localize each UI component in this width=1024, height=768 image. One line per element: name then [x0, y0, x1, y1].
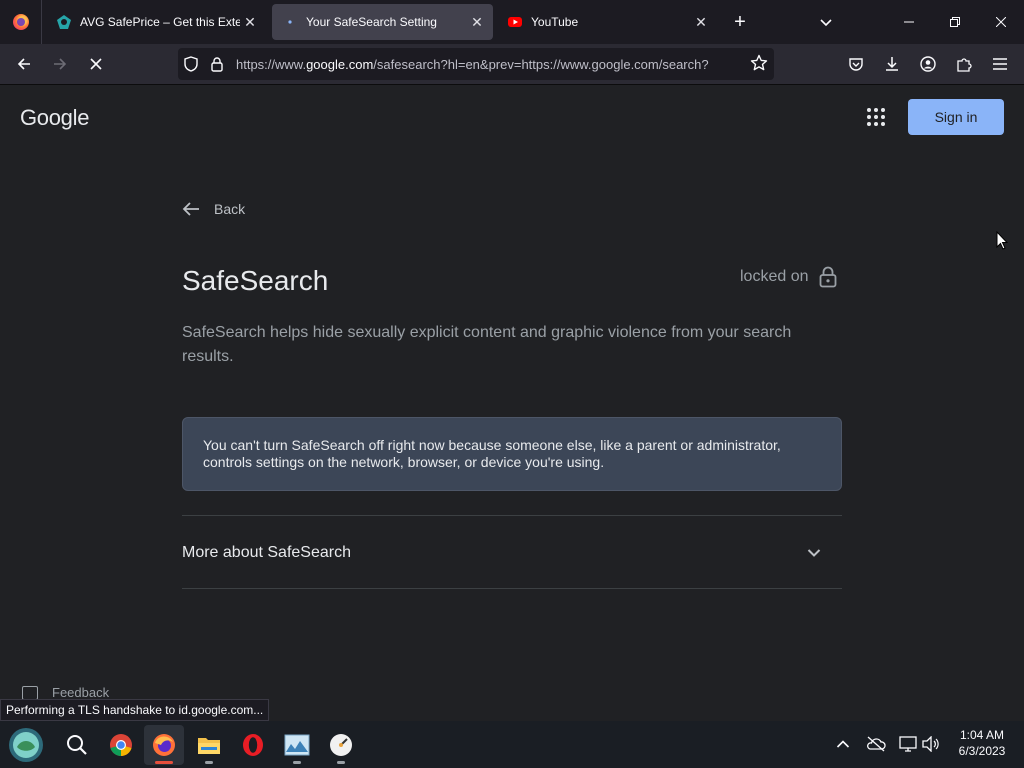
web-page: Google Sign in Back SafeSearch locked on… [0, 85, 1024, 720]
locked-label: locked on [740, 268, 809, 285]
chevron-down-icon [802, 541, 826, 565]
taskbar-clock[interactable]: 1:04 AM 6/3/2023 [950, 727, 1014, 759]
restore-icon[interactable] [932, 0, 978, 44]
back-link[interactable]: Back [182, 201, 245, 217]
bookmark-star-icon[interactable] [750, 54, 768, 77]
lock-icon[interactable] [204, 48, 230, 80]
firefox-view-button[interactable] [0, 0, 42, 44]
close-icon[interactable]: ✕ [691, 12, 711, 32]
photos-icon[interactable] [277, 725, 317, 765]
account-icon[interactable] [913, 50, 943, 78]
url-text[interactable]: https://www.google.com/safesearch?hl=en&… [236, 57, 736, 72]
windows-taskbar: 1:04 AM 6/3/2023 [0, 721, 1024, 768]
menu-hamburger-icon[interactable] [985, 50, 1015, 78]
pocket-icon[interactable] [841, 50, 871, 78]
minimize-icon[interactable] [886, 0, 932, 44]
volume-icon[interactable] [920, 733, 942, 755]
close-icon[interactable]: ✕ [240, 12, 260, 32]
new-tab-plus-icon[interactable]: + [728, 10, 752, 34]
tracking-protection-shield-icon[interactable] [178, 48, 204, 80]
page-title: SafeSearch [182, 265, 329, 296]
clock-date: 6/3/2023 [958, 744, 1006, 758]
back-arrow-icon[interactable] [9, 50, 39, 78]
divider [182, 588, 842, 589]
chrome-icon[interactable] [101, 725, 141, 765]
chevron-up-icon[interactable] [832, 733, 854, 755]
tab-title: AVG SafePrice – Get this Extensi [80, 15, 240, 29]
url-bar[interactable]: https://www.google.com/safesearch?hl=en&… [178, 48, 774, 80]
loading-dot-icon [282, 14, 298, 30]
arrow-left-icon [182, 202, 199, 216]
clock-time: 1:04 AM [959, 728, 1005, 742]
navigation-toolbar: https://www.google.com/safesearch?hl=en&… [0, 44, 1024, 85]
forward-arrow-icon[interactable] [45, 50, 75, 78]
more-about-label: More about SafeSearch [182, 543, 351, 561]
stop-loading-icon[interactable] [81, 50, 111, 78]
avg-icon [56, 14, 72, 30]
tab-safesearch[interactable]: Your SafeSearch Setting ✕ [272, 4, 493, 40]
locked-status: locked on [740, 266, 837, 288]
sign-in-button[interactable]: Sign in [908, 99, 1004, 135]
google-logo[interactable]: Google [20, 105, 89, 131]
mouse-cursor-icon [996, 231, 1008, 250]
downloads-icon[interactable] [877, 50, 907, 78]
browser-tab-strip: AVG SafePrice – Get this Extensi ✕ Your … [0, 0, 1024, 44]
opera-icon[interactable] [233, 725, 273, 765]
youtube-icon [507, 14, 523, 30]
locked-notice-banner: You can't turn SafeSearch off right now … [182, 417, 842, 491]
search-icon[interactable] [57, 725, 97, 765]
firefox-icon[interactable] [144, 725, 184, 765]
back-label: Back [214, 201, 246, 217]
list-all-tabs-chevron-icon[interactable] [814, 10, 838, 34]
padlock-icon [819, 266, 836, 288]
close-icon[interactable]: ✕ [467, 12, 487, 32]
tab-avg-safeprice[interactable]: AVG SafePrice – Get this Extensi ✕ [46, 4, 266, 40]
start-icon[interactable] [6, 725, 46, 765]
safesearch-description: SafeSearch helps hide sexually explicit … [182, 324, 792, 365]
feedback-label: Feedback [52, 685, 110, 700]
file-explorer-icon[interactable] [189, 725, 229, 765]
tab-youtube[interactable]: YouTube ✕ [497, 4, 717, 40]
tab-title: Your SafeSearch Setting [306, 15, 437, 29]
tab-title: YouTube [531, 15, 579, 29]
screen: AVG SafePrice – Get this Extensi ✕ Your … [0, 0, 1024, 768]
onedrive-offline-icon[interactable] [865, 733, 887, 755]
extensions-icon[interactable] [949, 50, 979, 78]
close-window-icon[interactable] [978, 0, 1024, 44]
google-apps-grid-icon[interactable] [864, 105, 888, 129]
firefox-logo-icon [12, 14, 29, 30]
more-about-safesearch-expander[interactable]: More about SafeSearch [182, 516, 842, 589]
browser-status-text: Performing a TLS handshake to id.google.… [0, 699, 270, 721]
feedback-link[interactable]: Feedback [22, 685, 109, 700]
clock-app-icon[interactable] [321, 725, 361, 765]
feedback-icon [22, 685, 38, 700]
network-icon[interactable] [897, 733, 919, 755]
